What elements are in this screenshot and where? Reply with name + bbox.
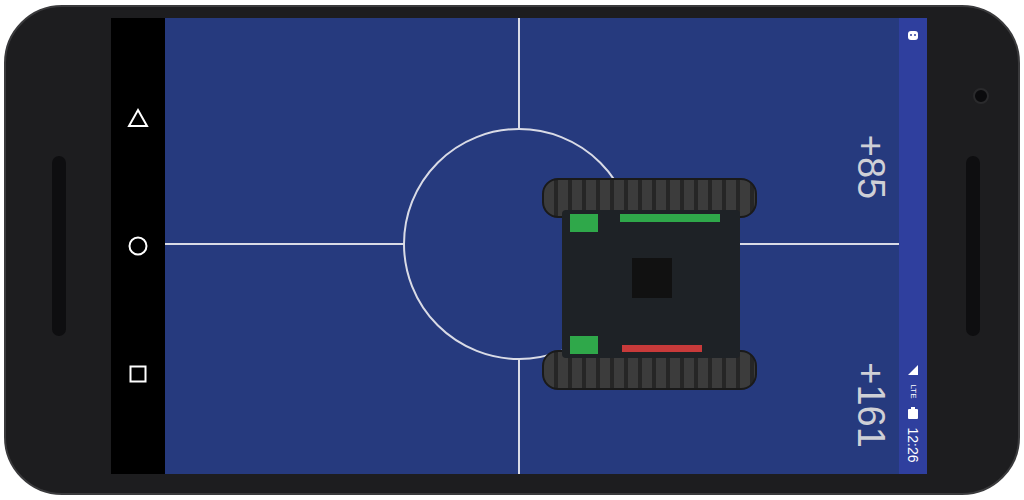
speaker-grille (966, 156, 980, 336)
left-bezel (6, 18, 111, 474)
network-text: LTE (908, 384, 917, 398)
clock-text: 12:26 (905, 427, 921, 462)
battery-icon (907, 406, 919, 420)
field-lines (165, 18, 899, 474)
board-part (620, 214, 720, 222)
readout: +161 (849, 345, 893, 465)
readout-value: +85 (850, 135, 893, 199)
board-part (622, 345, 702, 352)
navigation-bar (111, 18, 165, 474)
robot-board (562, 210, 740, 358)
status-items: LTE 12:26 (903, 364, 923, 466)
readout: +85 (849, 107, 893, 227)
board-part (570, 214, 598, 232)
status-bar: LTE 12:26 (899, 18, 927, 474)
board-part (632, 258, 672, 298)
screen: +85 +161 LTE 12:26 (111, 18, 927, 474)
robot-image[interactable] (542, 178, 757, 390)
board-part (570, 336, 598, 354)
home-icon[interactable] (127, 235, 149, 257)
right-bezel (927, 18, 1018, 474)
signal-icon (907, 364, 919, 376)
recents-icon[interactable] (127, 363, 149, 385)
phone-frame: +85 +161 LTE 12:26 (4, 5, 1020, 495)
back-icon[interactable] (127, 107, 149, 129)
camera-icon (973, 88, 989, 104)
clock: 12:26 (903, 424, 923, 466)
control-field[interactable]: +85 +161 (165, 18, 899, 474)
speaker-grille (52, 156, 66, 336)
network-label: LTE (903, 380, 923, 402)
android-icon (906, 28, 920, 42)
readout-value: +161 (850, 362, 893, 448)
